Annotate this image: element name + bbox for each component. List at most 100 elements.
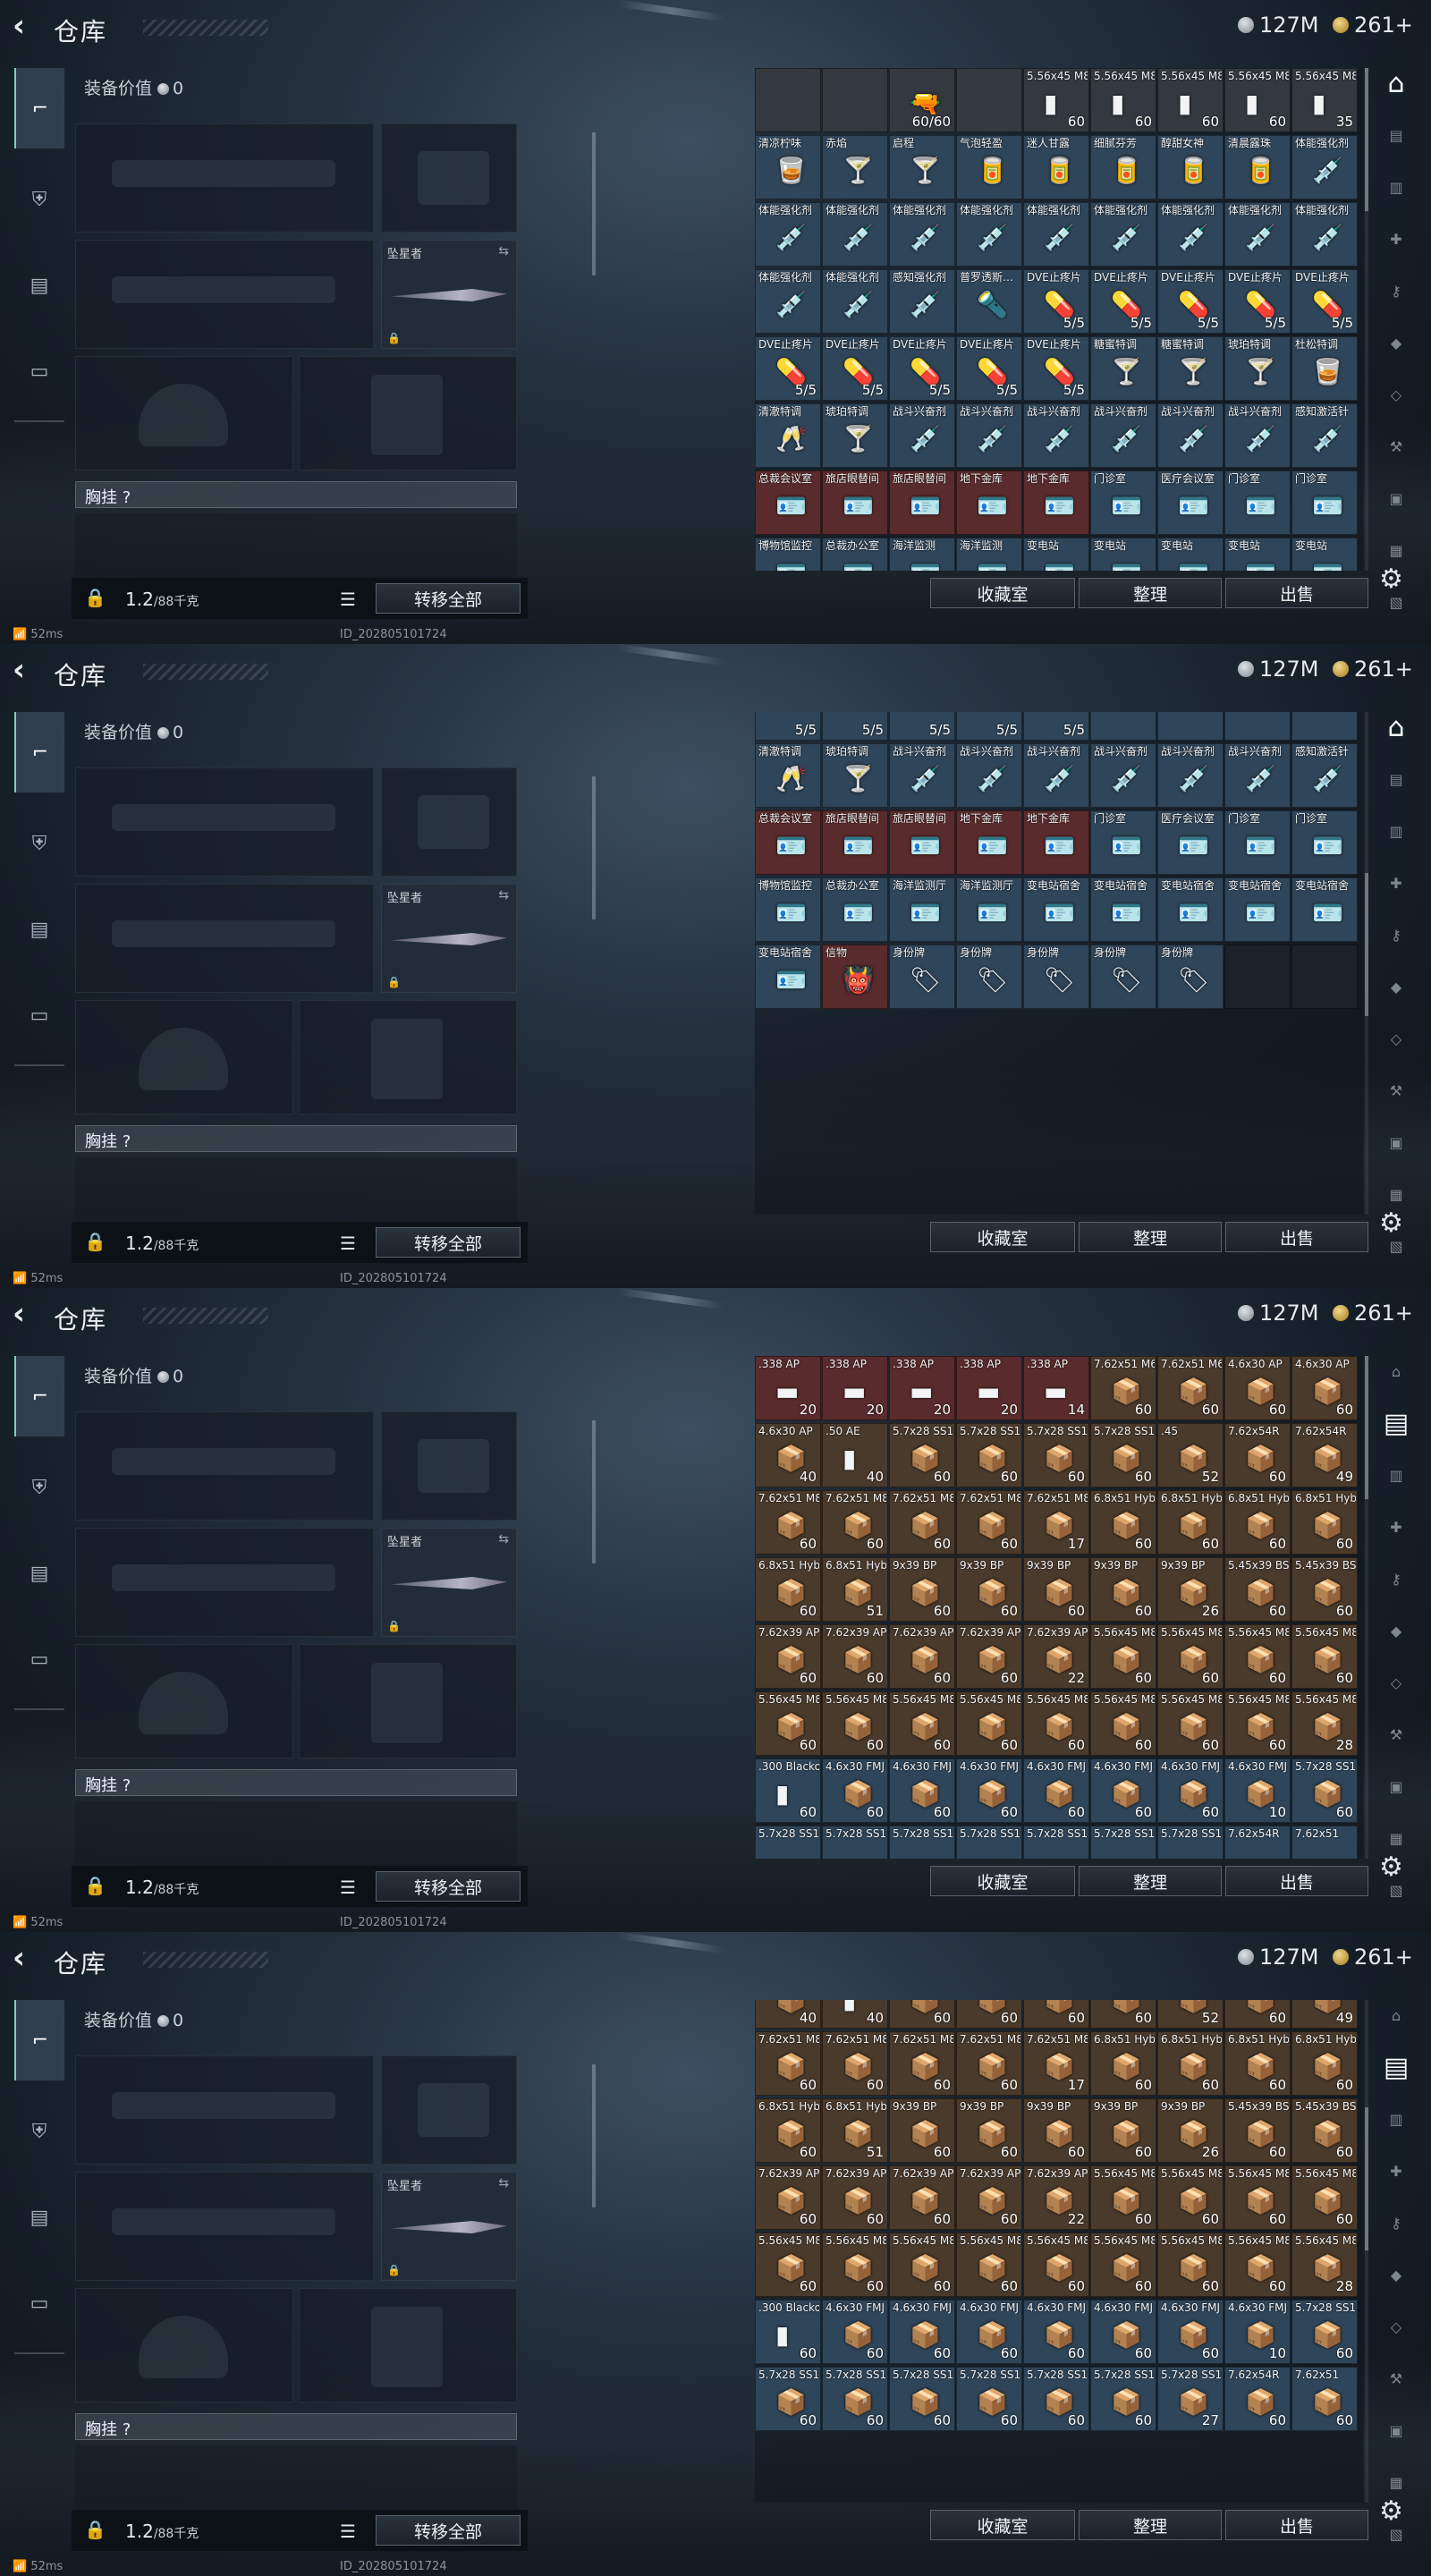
helmet-slot[interactable]: [75, 356, 293, 470]
inventory-cell[interactable]: 9x39 BP 📦 26: [1157, 2098, 1224, 2163]
inventory-cell[interactable]: 6.8x51 Hybrid📦60: [755, 1557, 821, 1622]
helmet-slot[interactable]: [75, 2288, 293, 2402]
inventory-cell[interactable]: 5.7x28 SS197📦60: [956, 2367, 1022, 2431]
melee-slot[interactable]: 坠星者 ⇆ 🔒: [381, 240, 517, 349]
swap-icon[interactable]: ⇆: [498, 888, 509, 902]
inventory-cell[interactable]: 5.56x45 M855📦60: [889, 1691, 955, 1756]
inventory-cell[interactable]: 感知激活针 💉: [1291, 403, 1358, 468]
secondary-weapon-slot[interactable]: [75, 1528, 374, 1637]
key-icon[interactable]: ⚷: [1379, 919, 1413, 950]
tab-backpack[interactable]: ▤: [14, 889, 64, 970]
inventory-cell[interactable]: 4.6x30 FMJ 📦 60: [822, 2300, 888, 2364]
inventory-cell[interactable]: 7.62x54R 📦 60: [1224, 1423, 1291, 1487]
inventory-cell[interactable]: 旅店眼替间 🪪: [822, 810, 888, 875]
inventory-cell[interactable]: 📦60: [956, 2000, 1022, 2029]
inventory-cell[interactable]: 旅店眼替间 🪪: [889, 810, 955, 875]
chest-rig-header[interactable]: 胸挂 ?: [75, 481, 517, 508]
inventory-cell[interactable]: 5/5: [755, 712, 821, 741]
inventory-cell[interactable]: 6.8x51 Hybrid📦60: [755, 2098, 821, 2163]
inventory-cell[interactable]: 7.62x51 M80📦60: [755, 2031, 821, 2096]
inventory-cell[interactable]: [1291, 712, 1358, 741]
medical-icon[interactable]: ✚: [1379, 224, 1413, 254]
inventory-cell[interactable]: 5.7x28 SS197: [822, 1826, 888, 1859]
tab-weapons[interactable]: ⌐: [14, 2000, 64, 2080]
inventory-cell[interactable]: 5/5: [822, 712, 888, 741]
inventory-cell[interactable]: 5.56x45 M855📦60: [1023, 2233, 1089, 2297]
inventory-cell[interactable]: [956, 68, 1022, 132]
inventory-cell[interactable]: 4.6x30 FMJ 📦 60: [956, 2300, 1022, 2364]
inventory-cell[interactable]: .338 AP ▬ 14: [1023, 1356, 1089, 1420]
inventory-cell[interactable]: DVE止疼片 💊 5/5: [956, 336, 1022, 401]
inventory-cell[interactable]: 总裁会议室 🪪: [755, 810, 821, 875]
transfer-all-button[interactable]: 转移全部: [376, 1227, 521, 1258]
secondary-weapon-slot[interactable]: [75, 884, 374, 993]
inventory-cell[interactable]: 9x39 BP 📦 60: [889, 1557, 955, 1622]
inventory-cell[interactable]: 7.62x39 AP 📦 60: [956, 2165, 1022, 2230]
inventory-cell[interactable]: 清澈特调 🥂: [755, 403, 821, 468]
chest-rig-header[interactable]: 胸挂 ?: [75, 2413, 517, 2440]
inventory-cell[interactable]: 醇甜女神 🥫: [1157, 135, 1224, 199]
inventory-cell[interactable]: [822, 68, 888, 132]
inventory-cell[interactable]: 4.6x30 FMJ 📦 60: [1023, 2300, 1089, 2364]
inventory-cell[interactable]: 普罗透斯… 🔦: [956, 269, 1022, 334]
swap-icon[interactable]: ⇆: [498, 1532, 509, 1546]
inventory-cell[interactable]: 海洋监测 🪪: [889, 538, 955, 571]
inventory-cell[interactable]: 5.56x45 M855📦60: [1090, 2165, 1156, 2230]
inventory-cell[interactable]: 7.62x39 AP 📦 60: [956, 1624, 1022, 1689]
stash-scroll-thumb[interactable]: [1365, 2107, 1368, 2250]
inventory-cell[interactable]: 身份牌 🏷: [1023, 945, 1089, 1009]
sell-button[interactable]: 出售: [1225, 1866, 1368, 1896]
inventory-cell[interactable]: 气泡轻盈 🥫: [956, 135, 1022, 199]
sell-button[interactable]: 出售: [1225, 1222, 1368, 1252]
inventory-cell[interactable]: 赤焰 🍸: [822, 135, 888, 199]
lock-icon[interactable]: 🔒: [84, 587, 106, 608]
inventory-cell[interactable]: 9x39 BP 📦 60: [1090, 1557, 1156, 1622]
inventory-cell[interactable]: 体能强化剂 💉: [755, 202, 821, 267]
inventory-cell[interactable]: 📦60: [1224, 2000, 1291, 2029]
inventory-cell[interactable]: 清凉柠味 🥃: [755, 135, 821, 199]
inventory-cell[interactable]: 海洋监测厅 🪪: [889, 877, 955, 942]
back-arrow-icon[interactable]: ‹: [13, 1297, 39, 1331]
inventory-cell[interactable]: 门诊室 🪪: [1291, 810, 1358, 875]
inventory-cell[interactable]: 9x39 BP 📦 60: [1023, 1557, 1089, 1622]
inventory-cell[interactable]: 细腻芬芳 🥫: [1090, 135, 1156, 199]
inventory-cell[interactable]: 5.56x45 M855📦60: [1157, 2233, 1224, 2297]
inventory-cell[interactable]: 变电站宿舍 🪪: [1291, 877, 1358, 942]
inventory-cell[interactable]: 📦60: [1023, 2000, 1089, 2029]
inventory-cell[interactable]: 迷人甘露 🥫: [1023, 135, 1089, 199]
inventory-cell[interactable]: 5.7x28 SS197: [1157, 1826, 1224, 1859]
melee-slot[interactable]: 坠星者 ⇆ 🔒: [381, 884, 517, 993]
inventory-cell[interactable]: 6.8x51 Hybrid📦60: [1090, 2031, 1156, 2096]
box-icon[interactable]: ▣: [1379, 1771, 1413, 1801]
key-icon[interactable]: ⚷: [1379, 275, 1413, 306]
inventory-cell[interactable]: 战斗兴奋剂 💉: [1224, 743, 1291, 808]
inventory-cell[interactable]: 6.8x51 Hybrid📦60: [1157, 2031, 1224, 2096]
inventory-cell[interactable]: 5.56x45 M855📦28: [1291, 2233, 1358, 2297]
inventory-cell[interactable]: 博物馆监控 🪪: [755, 538, 821, 571]
inventory-cell[interactable]: 5.7x28 SS197: [889, 1826, 955, 1859]
tab-armor[interactable]: ⛨: [14, 159, 64, 240]
secondary-weapon-slot[interactable]: [75, 240, 374, 349]
inventory-cell[interactable]: 海洋监测 🪪: [956, 538, 1022, 571]
inventory-cell[interactable]: 🔫 60/60: [889, 68, 955, 132]
inventory-cell[interactable]: 9x39 BP 📦 60: [1023, 2098, 1089, 2163]
inventory-cell[interactable]: .338 AP ▬ 20: [956, 1356, 1022, 1420]
inventory-cell[interactable]: 5.56x45 M855📦60: [889, 2233, 955, 2297]
ammo-icon[interactable]: ▤: [1379, 120, 1413, 150]
collection-room-button[interactable]: 收藏室: [930, 2510, 1075, 2540]
stash-scroll-thumb[interactable]: [1365, 873, 1368, 1016]
inventory-cell[interactable]: 博物馆监控 🪪: [755, 877, 821, 942]
gear-icon[interactable]: ⚙: [1379, 564, 1403, 595]
inventory-cell[interactable]: [1090, 712, 1156, 741]
inventory-cell[interactable]: 琥珀特调 🍸: [822, 743, 888, 808]
inventory-cell[interactable]: 5.56x45 M855📦60: [755, 2233, 821, 2297]
tab-backpack[interactable]: ▤: [14, 245, 64, 326]
inventory-cell[interactable]: 7.62x51 M80📦60: [822, 2031, 888, 2096]
inventory-cell[interactable]: 9x39 BP 📦 60: [1090, 2098, 1156, 2163]
inventory-cell[interactable]: 5.7x28 SS197: [755, 1826, 821, 1859]
inventory-cell[interactable]: 5.7x28 SS190📦60: [1090, 1423, 1156, 1487]
inventory-cell[interactable]: 体能强化剂 💉: [1291, 135, 1358, 199]
inventory-cell[interactable]: 变电站宿舍 🪪: [1090, 877, 1156, 942]
inventory-cell[interactable]: 信物 👹: [822, 945, 888, 1009]
swap-icon[interactable]: ⇆: [498, 244, 509, 258]
